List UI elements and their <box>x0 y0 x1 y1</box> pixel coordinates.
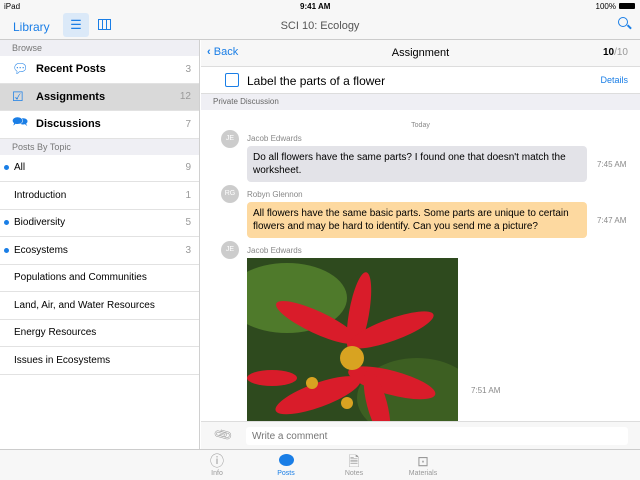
sender-name: Robyn Glennon <box>247 190 303 199</box>
message-time: 7:51 AM <box>471 386 501 395</box>
unread-dot <box>4 165 9 171</box>
day-label: Today <box>411 122 430 129</box>
tab-bar: ⓘ Info Posts 🗎︎ Notes ⊡ Materials <box>0 449 640 480</box>
topic-populations[interactable]: Populations and Communities <box>0 265 199 292</box>
paperclip-icon[interactable]: 📎︎ <box>212 424 234 446</box>
label: All <box>14 162 26 174</box>
flower-photo[interactable] <box>247 258 458 421</box>
checklist-icon: ☑ <box>12 88 24 104</box>
count: 1 <box>185 189 191 201</box>
label: Assignments <box>36 90 106 103</box>
tab-posts[interactable]: Posts <box>261 453 311 477</box>
status-bar: iPad 9:41 AM 100% <box>0 0 640 12</box>
sender-name: Jacob Edwards <box>247 134 302 143</box>
tab-notes[interactable]: 🗎︎ Notes <box>329 453 379 477</box>
search-icon[interactable] <box>618 17 632 30</box>
unread-dot <box>4 220 9 226</box>
count: 12 <box>179 91 191 103</box>
topic-biodiversity[interactable]: Biodiversity 5 <box>0 210 199 237</box>
section-header: Private Discussion <box>213 97 279 106</box>
label: Ecosystems <box>14 244 68 256</box>
tab-label: Posts <box>277 470 295 477</box>
label: Populations and Communities <box>14 272 147 284</box>
topic-introduction[interactable]: Introduction 1 <box>0 182 199 210</box>
assignment-title: Label the parts of a flower <box>247 74 386 88</box>
topic-all[interactable]: All 9 <box>0 155 199 182</box>
course-title: SCI 10: Ecology <box>280 20 360 32</box>
browse-header: Browse <box>0 40 199 56</box>
tab-label: Notes <box>344 470 364 477</box>
topics-header: Posts By Topic <box>0 138 199 155</box>
discussion-icon: 🗪︎ <box>12 114 29 130</box>
avatar: RG <box>221 185 239 203</box>
message-time: 7:47 AM <box>597 216 627 225</box>
topic-issues[interactable]: Issues in Ecosystems <box>0 347 199 375</box>
clock: 9:41 AM <box>300 2 331 11</box>
device-label: iPad <box>4 2 21 11</box>
topic-resources[interactable]: Land, Air, and Water Resources <box>0 292 199 320</box>
avatar: JE <box>221 130 239 148</box>
page-current: 10 <box>602 47 615 58</box>
sidebar-item-discussions[interactable]: 🗪︎ Discussions 7 <box>0 111 199 139</box>
count: 3 <box>185 244 191 256</box>
sidebar-item-recent-posts[interactable]: 💬︎ Recent Posts 3 <box>0 56 199 84</box>
message-bubble: All flowers have the same basic parts. S… <box>247 202 587 238</box>
tab-label: Info <box>211 470 223 477</box>
topic-energy[interactable]: Energy Resources <box>0 320 199 347</box>
info-icon: ⓘ <box>210 453 224 469</box>
label: Recent Posts <box>36 63 106 76</box>
avatar: JE <box>221 241 239 259</box>
notes-icon: 🗎︎ <box>348 453 360 469</box>
label: Introduction <box>14 189 67 201</box>
tab-materials[interactable]: ⊡ Materials <box>398 453 448 477</box>
tab-info[interactable]: ⓘ Info <box>192 453 242 477</box>
page-total: /10 <box>614 47 628 58</box>
count: 5 <box>185 217 191 229</box>
battery-percent: 100% <box>595 2 616 11</box>
label: Land, Air, and Water Resources <box>14 299 155 311</box>
count: 3 <box>185 63 191 75</box>
sidebar-item-assignments[interactable]: ☑ Assignments 12 <box>0 83 199 111</box>
tab-label: Materials <box>408 470 438 477</box>
sender-name: Jacob Edwards <box>247 246 302 255</box>
message-bubble: Do all flowers have the same parts? I fo… <box>247 146 587 182</box>
count: 7 <box>185 118 191 130</box>
speech-bubble-icon <box>261 453 311 470</box>
count: 9 <box>185 162 191 174</box>
label: Discussions <box>36 118 101 131</box>
unread-dot <box>4 247 9 253</box>
assignment-checkbox[interactable] <box>225 73 239 87</box>
nav-bar: Library ☰ SCI 10: Ecology <box>0 12 640 40</box>
label: Biodiversity <box>14 217 66 229</box>
materials-box-icon: ⊡ <box>417 453 429 469</box>
message-time: 7:45 AM <box>597 160 627 169</box>
topic-ecosystems[interactable]: Ecosystems 3 <box>0 237 199 265</box>
sidebar: Browse 💬︎ Recent Posts 3 ☑ Assignments 12 🗪︎… <box>0 40 200 449</box>
detail-pane: ‹ Back Assignment 10/10 Label the parts … <box>201 40 640 449</box>
detail-title: Assignment <box>391 47 450 59</box>
speech-bubble-icon: 💬︎ <box>12 61 29 77</box>
label: Energy Resources <box>14 327 97 339</box>
detail-header: ‹ Back Assignment 10/10 <box>201 40 640 67</box>
label: Issues in Ecosystems <box>14 354 111 366</box>
chat-area: Today JE Jacob Edwards Do all flowers ha… <box>201 110 640 421</box>
comment-bar: 📎︎ <box>201 421 640 449</box>
battery-icon <box>619 3 635 9</box>
details-link[interactable]: Details <box>600 75 628 85</box>
assignment-row: Label the parts of a flower Details <box>201 67 640 94</box>
comment-input[interactable] <box>246 427 628 445</box>
